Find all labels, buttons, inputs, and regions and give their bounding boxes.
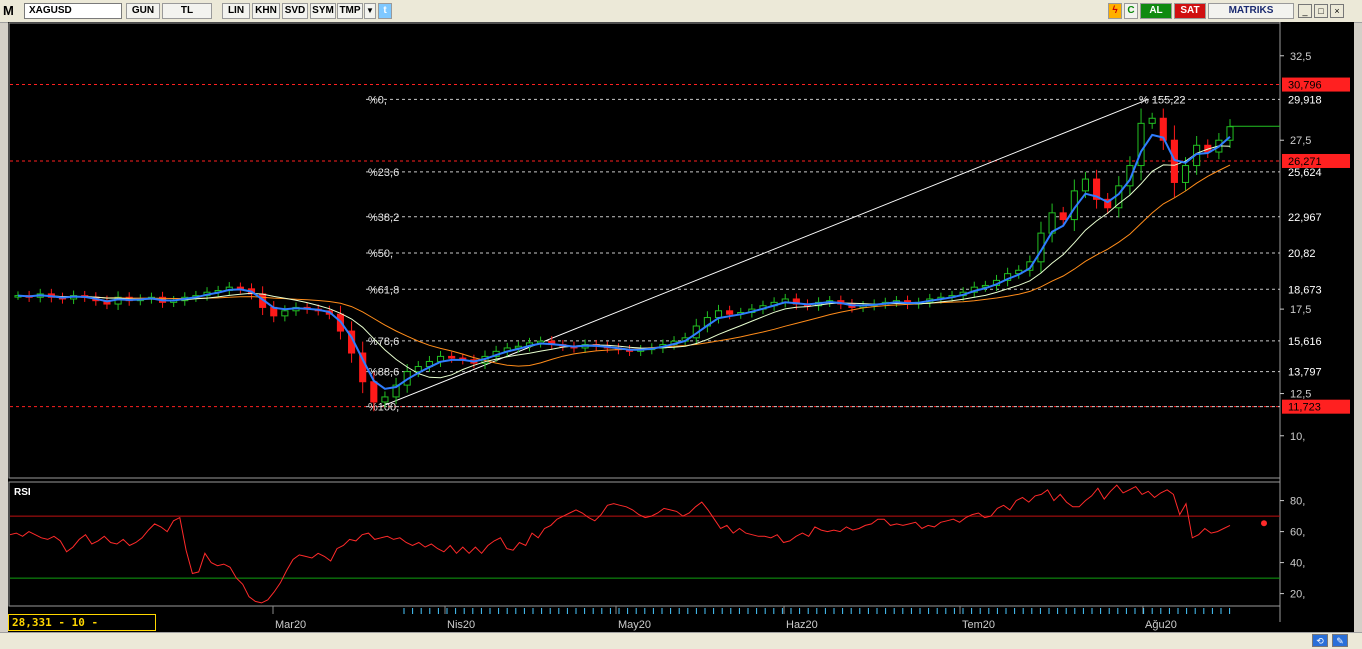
price-tick-label: 32,5 (1290, 51, 1311, 63)
ma-slow-line (17, 164, 1231, 367)
lightning-icon[interactable]: ϟ (1108, 3, 1122, 19)
tmp-button[interactable]: TMP (337, 3, 363, 19)
candle-body (726, 310, 734, 315)
x-axis-label: Mar20 (275, 619, 306, 631)
status-readout: 28,331 - 10 - 12:20:54 (8, 614, 156, 644)
price-axis-label: 29,918 (1288, 94, 1322, 106)
app-logo: M (3, 3, 14, 18)
trend-label: % 155,22 (1139, 94, 1185, 106)
candle-body (1181, 165, 1190, 183)
candle-body (381, 396, 389, 403)
minimize-icon[interactable]: _ (1298, 4, 1312, 18)
price-axis-label: 18,673 (1288, 284, 1322, 296)
refresh-c-button[interactable]: C (1124, 3, 1138, 19)
candle-body (1059, 212, 1067, 221)
matriks-brand: MATRIKS (1208, 3, 1294, 19)
fib-level-label: %23,6 (368, 167, 399, 179)
symbol-input[interactable]: XAGUSD (24, 3, 122, 19)
candle-body (1115, 185, 1123, 209)
toolbar: M XAGUSD GUN TL LIN KHN SVD SYM TMP ▼ t … (0, 0, 1362, 23)
rsi-marker (1261, 520, 1267, 527)
candle-body (714, 310, 723, 319)
fib-level-label: %100, (368, 402, 399, 414)
price-tick-label: 12,5 (1290, 389, 1311, 401)
linear-scale-button[interactable]: LIN (222, 3, 250, 19)
x-axis-label: Nis20 (447, 619, 475, 631)
buy-button[interactable]: AL (1140, 3, 1172, 19)
price-tick-label: 10, (1290, 431, 1305, 443)
price-axis-label: 22,967 (1288, 212, 1322, 224)
chart-frame: %0, %23,6 %38,2 %50, %61,8 %78,6 %88,6 %100,% 1… (8, 22, 1354, 634)
fib-level-label: %61,8 (368, 284, 399, 296)
price-panel-border (8, 22, 1281, 479)
ma-mid-line (17, 145, 1231, 379)
link-icon[interactable]: ⟲ (1312, 634, 1328, 647)
x-axis-label: Ağu20 (1145, 619, 1177, 631)
candle-body (1148, 117, 1156, 124)
fib-level-label: %38,2 (368, 212, 399, 224)
template-dropdown-icon[interactable]: ▼ (364, 3, 376, 19)
price-chart[interactable]: %0,%23,6%38,2%50,%61,8%78,6%88,6%100,% 1… (8, 22, 1354, 634)
candle-body (448, 355, 456, 359)
period-gun-button[interactable]: GUN (126, 3, 160, 19)
price-axis-label: 13,797 (1288, 367, 1322, 379)
fib-level-label: %0, (368, 94, 387, 106)
candle-body (1081, 178, 1090, 192)
price-axis-label: 15,616 (1288, 336, 1322, 348)
price-axis-label: 25,624 (1288, 167, 1322, 179)
close-icon[interactable]: × (1330, 4, 1344, 18)
price-axis-label: 20,82 (1288, 248, 1316, 260)
khn-button[interactable]: KHN (252, 3, 280, 19)
rsi-line (9, 484, 1231, 604)
sym-button[interactable]: SYM (310, 3, 336, 19)
svd-button[interactable]: SVD (282, 3, 308, 19)
candle-body (370, 381, 378, 403)
rsi-title: RSI (14, 487, 31, 498)
bottom-bar: ⟲ ✎ (0, 632, 1362, 649)
currency-tl-button[interactable]: TL (162, 3, 212, 19)
price-axis-label: 30,796 (1288, 80, 1322, 92)
x-axis-label: Haz20 (786, 619, 818, 631)
candle-body (281, 310, 289, 317)
sell-button[interactable]: SAT (1174, 3, 1206, 19)
rsi-tick-label: 40, (1290, 558, 1305, 570)
price-tick-label: 27,5 (1290, 135, 1311, 147)
rsi-tick-label: 60, (1290, 527, 1305, 539)
rsi-panel-border (8, 481, 1281, 607)
x-axis-label: Tem20 (962, 619, 995, 631)
twitter-icon[interactable]: t (378, 3, 392, 19)
fib-level-label: %50, (368, 248, 393, 260)
settings-icon[interactable]: ✎ (1332, 634, 1348, 647)
price-axis-label: 11,723 (1288, 402, 1321, 414)
x-axis-label: May20 (618, 619, 651, 631)
ma-fast-line (17, 133, 1231, 390)
maximize-icon[interactable]: □ (1314, 4, 1328, 18)
price-tick-label: 17,5 (1290, 304, 1311, 316)
rsi-tick-label: 80, (1290, 496, 1305, 508)
rsi-tick-label: 20, (1290, 589, 1305, 601)
